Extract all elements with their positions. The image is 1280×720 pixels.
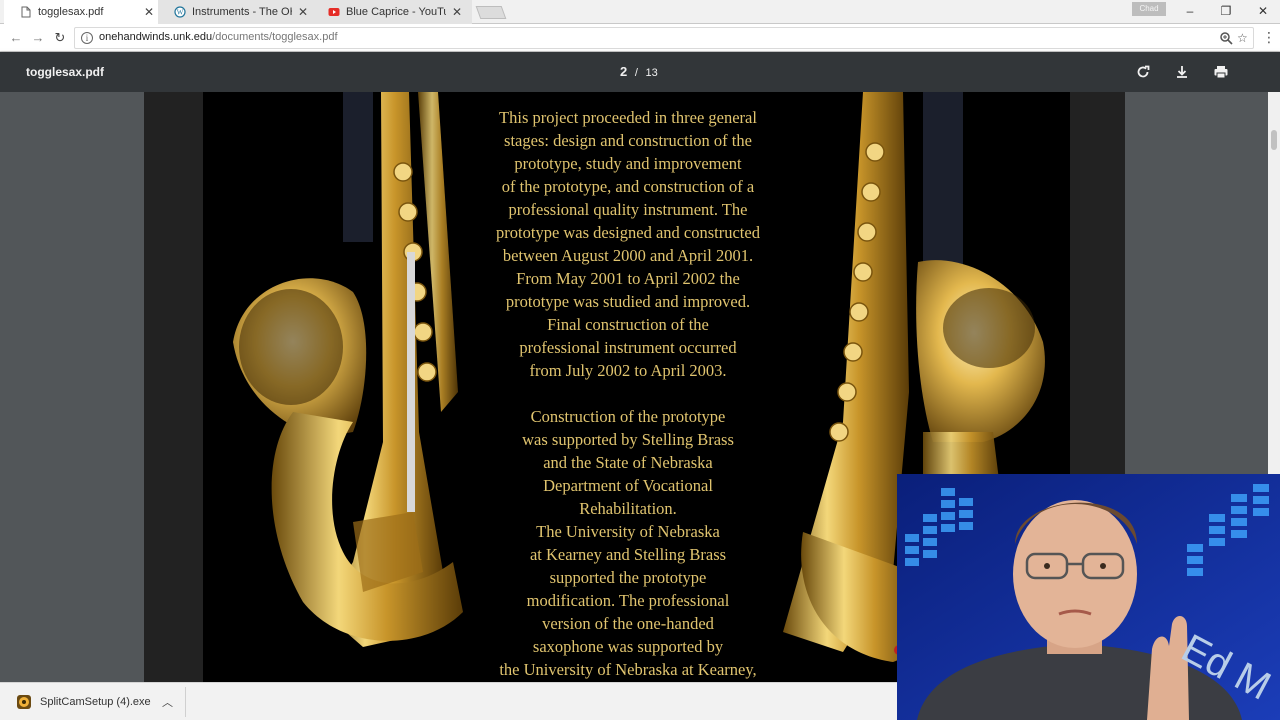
slide-blank-line bbox=[453, 382, 803, 405]
slide-line: version of the one-handed bbox=[542, 614, 714, 633]
slide-text: This project proceeded in three general s… bbox=[453, 106, 803, 681]
slide-line: from July 2002 to April 2003. bbox=[529, 361, 727, 380]
page-separator: / bbox=[634, 67, 638, 79]
restore-icon[interactable]: ❐ bbox=[1211, 2, 1241, 20]
close-icon[interactable]: ✕ bbox=[298, 5, 308, 19]
left-saxophone bbox=[233, 92, 463, 647]
slide-line: professional quality instrument. The bbox=[508, 200, 748, 219]
url-text[interactable]: onehandwinds.unk.edu/documents/togglesax… bbox=[99, 31, 338, 43]
current-page-input[interactable]: 2 bbox=[620, 64, 627, 79]
slide-line: was supported by Stelling Brass bbox=[522, 430, 734, 449]
slide-line: prototype, study and improvement bbox=[514, 154, 742, 173]
pdf-toolbar: togglesax.pdf 2 / 13 bbox=[0, 52, 1280, 92]
tab-youtube[interactable]: Blue Caprice - YouTube ✕ bbox=[312, 0, 472, 24]
download-filename: SplitCamSetup (4).exe bbox=[40, 696, 151, 708]
wordpress-icon: W bbox=[174, 6, 186, 18]
download-item[interactable]: SplitCamSetup (4).exe ︿ bbox=[10, 687, 186, 717]
svg-text:W: W bbox=[177, 9, 184, 17]
slide-line: saxophone was supported by bbox=[532, 637, 724, 656]
forward-icon[interactable]: → bbox=[30, 30, 46, 46]
reload-icon[interactable]: ↻ bbox=[52, 30, 68, 46]
close-icon[interactable]: ✕ bbox=[452, 5, 462, 19]
slide-line: stages: design and construction of the bbox=[504, 131, 752, 150]
slide-line: and the State of Nebraska bbox=[543, 453, 713, 472]
slide-line: Construction of the prototype bbox=[530, 407, 726, 426]
webcam-overlay: Ed M bbox=[897, 474, 1280, 720]
menu-icon[interactable]: ⋮ bbox=[1262, 30, 1276, 44]
tab-title: Blue Caprice - YouTube bbox=[346, 6, 446, 18]
slide-line: the University of Nebraska at Kearney, bbox=[499, 660, 757, 679]
address-bar[interactable]: i onehandwinds.unk.edu/documents/toggles… bbox=[74, 27, 1254, 49]
page-indicator: 2 / 13 bbox=[620, 64, 658, 79]
window-close-icon[interactable]: ✕ bbox=[1248, 2, 1278, 20]
slide-line: Final construction of the bbox=[547, 315, 709, 334]
slide-line: prototype was designed and constructed bbox=[496, 223, 760, 242]
scrollbar-thumb[interactable] bbox=[1271, 130, 1277, 150]
tab-instruments[interactable]: W Instruments - The OHMI ✕ bbox=[158, 0, 318, 24]
slide-line: Rehabilitation. bbox=[579, 499, 677, 518]
slide-line: prototype was studied and improved. bbox=[505, 292, 751, 311]
total-pages: 13 bbox=[645, 67, 658, 79]
profile-button[interactable]: Chad bbox=[1132, 2, 1166, 16]
tab-strip: togglesax.pdf ✕ W Instruments - The OHMI… bbox=[0, 0, 1280, 24]
slide-line: From May 2001 to April 2002 the bbox=[516, 269, 740, 288]
close-icon[interactable]: ✕ bbox=[144, 5, 154, 19]
browser-toolbar: ← → ↻ i onehandwinds.unk.edu/documents/t… bbox=[0, 24, 1280, 52]
bookmark-star-icon[interactable]: ☆ bbox=[1237, 31, 1248, 45]
slide-line: This project proceeded in three general bbox=[499, 108, 757, 127]
zoom-icon[interactable] bbox=[1219, 31, 1233, 45]
back-icon[interactable]: ← bbox=[8, 30, 24, 46]
new-tab-button[interactable] bbox=[475, 6, 507, 19]
slide-line: The University of Nebraska bbox=[536, 522, 720, 541]
tab-title: togglesax.pdf bbox=[38, 6, 104, 18]
tab-title: Instruments - The OHMI bbox=[192, 6, 292, 18]
minimize-icon[interactable]: – bbox=[1175, 2, 1205, 20]
info-icon[interactable]: i bbox=[81, 32, 93, 44]
slide-line: of the prototype, and construction of a bbox=[501, 177, 755, 196]
slide-line: professional instrument occurred bbox=[519, 338, 737, 357]
pdf-title: togglesax.pdf bbox=[26, 65, 105, 79]
slide-line: supported the prototype bbox=[549, 568, 707, 587]
webcam-presenter: Ed M bbox=[897, 474, 1280, 720]
document-icon bbox=[21, 6, 31, 18]
slide-line: between August 2000 and April 2001. bbox=[502, 246, 754, 265]
tab-togglesax[interactable]: togglesax.pdf ✕ bbox=[4, 0, 164, 24]
rotate-icon[interactable] bbox=[1134, 63, 1152, 81]
slide-line: at Kearney and Stelling Brass bbox=[529, 545, 727, 564]
slide-line: Department of Vocational bbox=[543, 476, 713, 495]
download-bar: SplitCamSetup (4).exe ︿ bbox=[0, 682, 897, 720]
print-icon[interactable] bbox=[1212, 63, 1230, 81]
installer-icon bbox=[17, 695, 31, 709]
slide-line: modification. The professional bbox=[526, 591, 730, 610]
download-icon[interactable] bbox=[1173, 63, 1191, 81]
youtube-icon bbox=[328, 8, 340, 16]
chevron-up-icon[interactable]: ︿ bbox=[162, 694, 173, 710]
